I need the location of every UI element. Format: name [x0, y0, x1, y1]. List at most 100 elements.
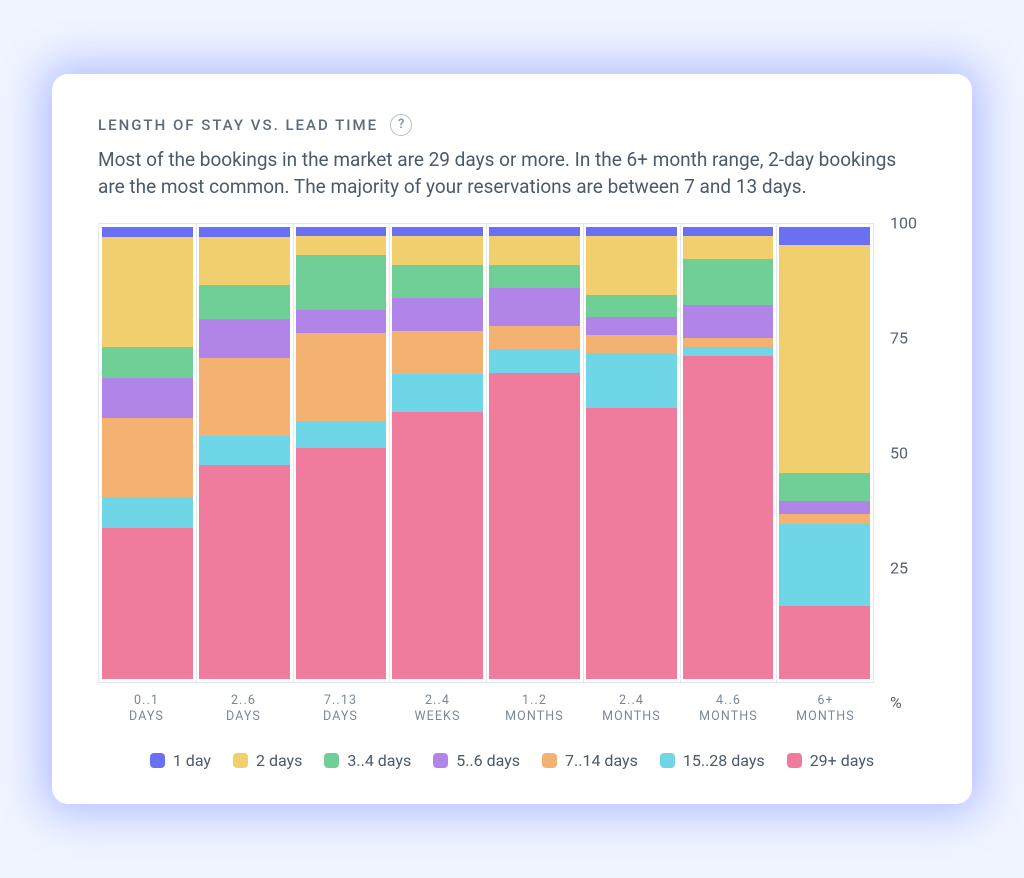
- x-tick-label: 1..2MONTHS: [489, 693, 580, 726]
- bar-segment: [199, 285, 290, 319]
- bar-segment: [392, 412, 483, 678]
- legend-swatch: [150, 753, 165, 768]
- bar-column: [199, 227, 290, 679]
- bar-segment: [683, 227, 774, 236]
- bar-segment: [102, 498, 193, 528]
- y-axis-unit: %: [882, 693, 926, 712]
- bar-segment: [199, 358, 290, 436]
- y-tick: 75: [890, 328, 908, 347]
- bar-segment: [683, 236, 774, 259]
- bar-segment: [296, 448, 387, 679]
- x-tick-label: 7..13DAYS: [295, 693, 386, 726]
- bar-segment: [199, 237, 290, 286]
- legend-item: 3..4 days: [324, 751, 411, 770]
- bar-segment: [683, 338, 774, 347]
- bar-segment: [199, 436, 290, 465]
- bar-segment: [102, 418, 193, 498]
- bar-segment: [489, 265, 580, 289]
- bar-segment: [392, 298, 483, 331]
- bar-segment: [489, 373, 580, 679]
- legend-swatch: [660, 753, 675, 768]
- legend-item: 2 days: [233, 751, 302, 770]
- y-axis-col: 100755025 %: [882, 223, 926, 726]
- legend-label: 1 day: [173, 751, 211, 770]
- bar-segment: [102, 237, 193, 347]
- bar-segment: [392, 331, 483, 374]
- bar-segment: [392, 227, 483, 237]
- chart-subtitle: Most of the bookings in the market are 2…: [98, 146, 926, 201]
- legend-swatch: [233, 753, 248, 768]
- bar-segment: [296, 310, 387, 333]
- bar-segment: [586, 353, 677, 407]
- help-icon[interactable]: ?: [390, 114, 412, 136]
- bar-segment: [199, 465, 290, 679]
- chart-title: LENGTH OF STAY VS. LEAD TIME: [98, 116, 378, 134]
- x-tick-label: 0..1DAYS: [101, 693, 192, 726]
- bar-segment: [779, 606, 870, 679]
- bar-segment: [392, 265, 483, 298]
- bar-segment: [296, 236, 387, 254]
- bar-segment: [296, 255, 387, 310]
- chart-area: 0..1DAYS2..6DAYS7..13DAYS2..4WEEKS1..2MO…: [98, 223, 874, 726]
- legend-swatch: [324, 753, 339, 768]
- bar-column: [683, 227, 774, 679]
- legend-label: 7..14 days: [565, 751, 638, 770]
- bar-segment: [779, 245, 870, 473]
- chart-card: LENGTH OF STAY VS. LEAD TIME ? Most of t…: [52, 74, 972, 805]
- bar-segment: [392, 236, 483, 265]
- bar-column: [296, 227, 387, 679]
- chart-wrap: 0..1DAYS2..6DAYS7..13DAYS2..4WEEKS1..2MO…: [98, 223, 926, 726]
- legend-label: 2 days: [256, 751, 302, 770]
- legend-label: 15..28 days: [683, 751, 765, 770]
- legend-item: 15..28 days: [660, 751, 765, 770]
- legend-item: 7..14 days: [542, 751, 638, 770]
- legend-label: 3..4 days: [347, 751, 411, 770]
- bar-segment: [102, 528, 193, 679]
- bar-segment: [683, 356, 774, 679]
- y-tick: 50: [890, 443, 908, 462]
- bar-segment: [102, 378, 193, 418]
- x-tick-label: 2..6DAYS: [198, 693, 289, 726]
- x-tick-label: 2..4MONTHS: [586, 693, 677, 726]
- bar-segment: [586, 317, 677, 335]
- legend-label: 5..6 days: [456, 751, 520, 770]
- bar-segment: [586, 295, 677, 318]
- bar-segment: [102, 227, 193, 237]
- bar-segment: [779, 227, 870, 245]
- bar-segment: [489, 236, 580, 264]
- bar-segment: [296, 227, 387, 236]
- legend-item: 1 day: [150, 751, 211, 770]
- x-tick-label: 4..6MONTHS: [683, 693, 774, 726]
- bar-segment: [199, 319, 290, 358]
- bar-segment: [102, 347, 193, 377]
- legend-label: 29+ days: [810, 751, 874, 770]
- bar-segment: [779, 473, 870, 500]
- bar-segment: [586, 227, 677, 236]
- legend-item: 29+ days: [787, 751, 874, 770]
- bar-column: [489, 227, 580, 679]
- bar-segment: [683, 259, 774, 305]
- bar-segment: [779, 524, 870, 606]
- legend-item: 5..6 days: [433, 751, 520, 770]
- bar-column: [779, 227, 870, 679]
- bar-column: [392, 227, 483, 679]
- x-tick-label: 2..4WEEKS: [392, 693, 483, 726]
- bar-segment: [296, 421, 387, 449]
- bar-segment: [779, 501, 870, 515]
- bar-segment: [392, 374, 483, 412]
- bar-segment: [586, 236, 677, 295]
- bars-row: [98, 223, 874, 683]
- legend-swatch: [433, 753, 448, 768]
- legend: 1 day 2 days 3..4 days 5..6 days 7..14 days 1…: [98, 751, 926, 770]
- bar-segment: [199, 227, 290, 237]
- bar-segment: [586, 335, 677, 353]
- bar-column: [586, 227, 677, 679]
- bar-segment: [779, 514, 870, 523]
- bar-column: [102, 227, 193, 679]
- bar-segment: [586, 408, 677, 679]
- bar-segment: [489, 326, 580, 350]
- legend-swatch: [542, 753, 557, 768]
- y-tick: 100: [890, 213, 917, 232]
- bar-segment: [489, 227, 580, 236]
- x-axis-labels: 0..1DAYS2..6DAYS7..13DAYS2..4WEEKS1..2MO…: [98, 693, 874, 726]
